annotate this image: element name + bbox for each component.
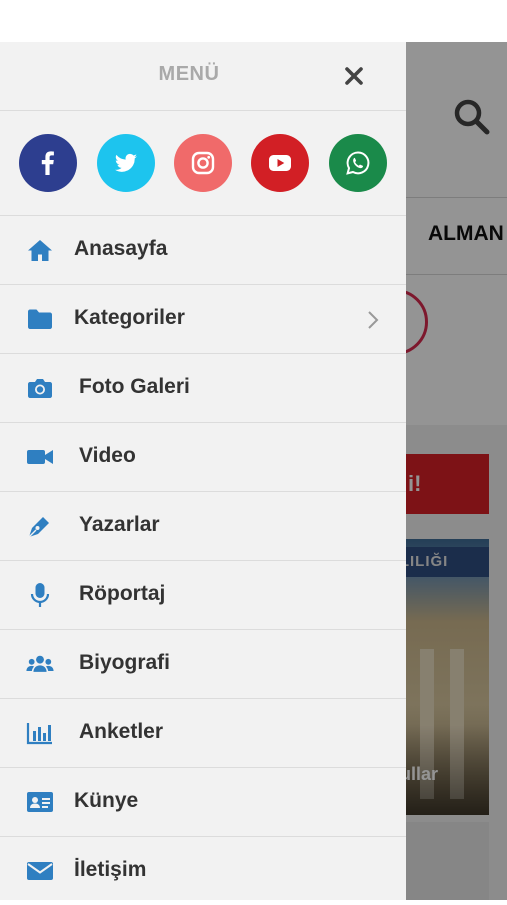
twitter-button[interactable]	[97, 134, 155, 192]
instagram-icon	[191, 151, 215, 175]
close-icon[interactable]	[338, 60, 370, 92]
bar-chart-icon	[26, 723, 52, 745]
menu-item-label: Yazarlar	[79, 513, 160, 536]
menu-item-video[interactable]: Video	[0, 423, 406, 492]
home-icon	[28, 240, 52, 261]
camera-icon	[28, 379, 52, 398]
menu-item-anketler[interactable]: Anketler	[0, 699, 406, 768]
social-links	[0, 111, 406, 216]
menu-item-label: İletişim	[74, 858, 147, 881]
youtube-icon	[269, 155, 291, 171]
instagram-button[interactable]	[174, 134, 232, 192]
chevron-right-icon	[368, 311, 379, 329]
menu-item-label: Kategoriler	[74, 306, 185, 329]
pen-icon	[28, 517, 49, 538]
envelope-icon	[27, 862, 53, 880]
side-drawer: MENÜ Anasayfa Kategoriler Foto Galeri Vi…	[0, 42, 406, 900]
menu-item-foto-galeri[interactable]: Foto Galeri	[0, 354, 406, 423]
menu-item-kunye[interactable]: Künye	[0, 768, 406, 837]
menu-item-label: Foto Galeri	[79, 375, 190, 398]
drawer-header: MENÜ	[0, 42, 406, 111]
menu-item-label: Künye	[74, 789, 139, 812]
menu-item-iletisim[interactable]: İletişim	[0, 837, 406, 905]
whatsapp-button[interactable]	[329, 134, 387, 192]
menu-item-yazarlar[interactable]: Yazarlar	[0, 492, 406, 561]
status-bar	[0, 0, 507, 42]
menu-item-label: Anasayfa	[74, 237, 168, 260]
menu-title: MENÜ	[158, 63, 220, 85]
id-card-icon	[27, 792, 53, 812]
facebook-icon	[41, 151, 54, 175]
folder-icon	[28, 309, 52, 329]
whatsapp-icon	[346, 151, 370, 175]
users-icon	[26, 655, 54, 672]
menu-item-roportaj[interactable]: Röportaj	[0, 561, 406, 630]
menu-item-label: Anketler	[79, 720, 164, 743]
video-camera-icon	[27, 450, 53, 464]
menu-item-label: Video	[79, 444, 136, 467]
menu-item-label: Röportaj	[79, 582, 166, 605]
menu-item-biyografi[interactable]: Biyografi	[0, 630, 406, 699]
menu-item-kategoriler[interactable]: Kategoriler	[0, 285, 406, 354]
youtube-button[interactable]	[251, 134, 309, 192]
facebook-button[interactable]	[19, 134, 77, 192]
menu-item-label: Biyografi	[79, 651, 171, 674]
twitter-icon	[115, 153, 137, 172]
menu-item-anasayfa[interactable]: Anasayfa	[0, 216, 406, 285]
microphone-icon	[30, 583, 50, 607]
